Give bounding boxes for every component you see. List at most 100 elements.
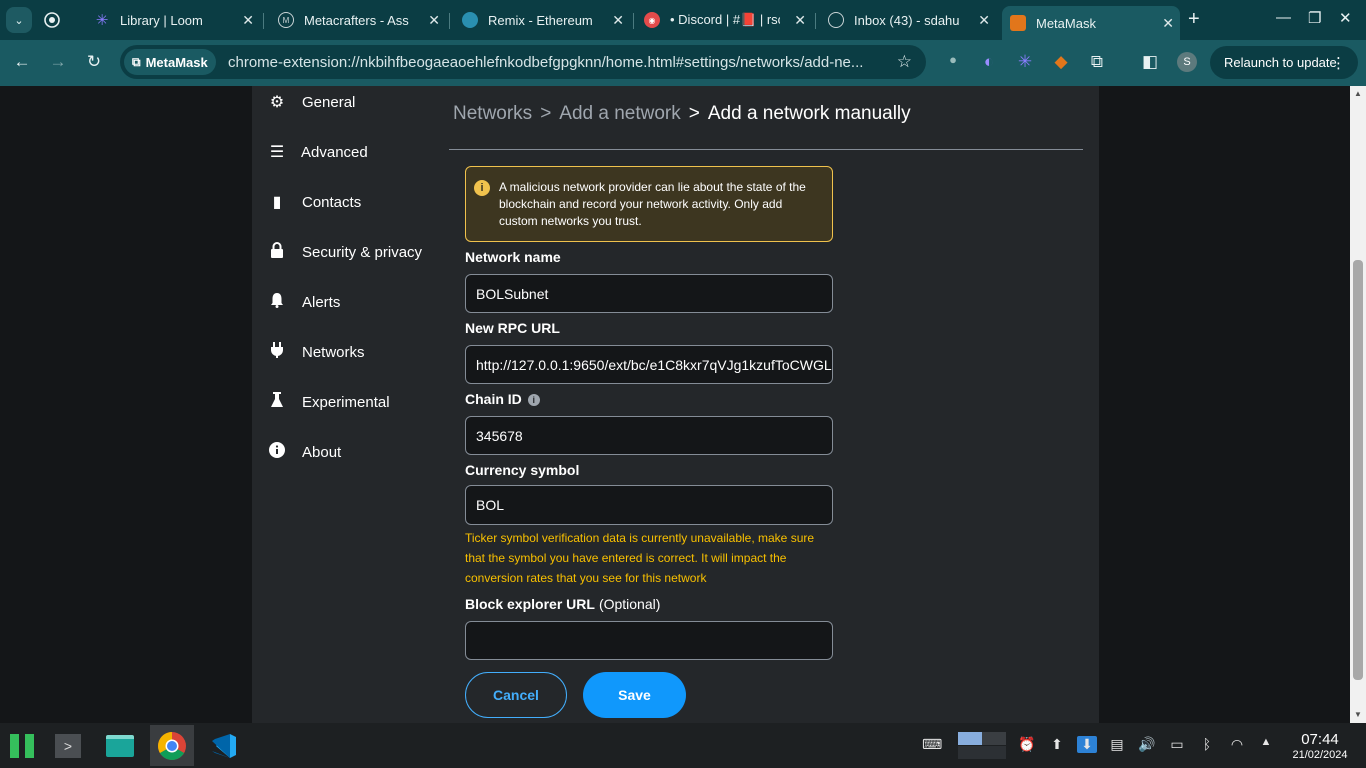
chrome-icon — [158, 731, 186, 760]
chrome-app[interactable] — [150, 725, 194, 766]
volume-icon[interactable]: 🔊 — [1137, 736, 1157, 753]
scroll-up-icon[interactable]: ▲ — [1353, 89, 1363, 98]
sidebar-item-advanced[interactable]: ☰ Advanced — [268, 140, 368, 164]
reload-icon[interactable]: ↻ — [83, 52, 105, 72]
breadcrumb-networks[interactable]: Networks — [453, 103, 532, 124]
block-explorer-input[interactable] — [465, 621, 833, 660]
rpc-url-input[interactable]: http://127.0.0.1:9650/ext/bc/e1C8kxr7qVJ… — [465, 345, 833, 384]
battery-icon[interactable]: ▭ — [1167, 736, 1187, 753]
page-scrollbar[interactable]: ▲ ▼ — [1350, 86, 1366, 723]
relaunch-label: Relaunch to update — [1224, 55, 1337, 70]
warning-text: A malicious network provider can lie abo… — [499, 180, 806, 228]
desktop-4[interactable] — [982, 746, 1006, 759]
bluetooth-icon[interactable]: ᛒ — [1197, 736, 1217, 752]
sidebar-item-label: Networks — [302, 343, 365, 361]
extensions-puzzle-icon[interactable]: ⧉ — [1086, 52, 1108, 72]
sidebar-item-security[interactable]: Security & privacy — [268, 240, 422, 264]
close-icon[interactable]: ✕ — [242, 12, 254, 29]
desktop-1[interactable] — [958, 732, 982, 745]
minimize-button[interactable]: — — [1276, 9, 1291, 26]
close-icon[interactable]: ✕ — [794, 12, 806, 29]
browser-toolbar: ← → ↻ ⧉ MetaMask chrome-extension://nkbi… — [0, 40, 1366, 86]
currency-symbol-input[interactable]: BOL — [465, 485, 833, 525]
tab-github[interactable] — [44, 6, 78, 34]
alarm-icon[interactable]: ⏰ — [1017, 736, 1037, 753]
bookmark-star-icon[interactable]: ☆ — [897, 52, 912, 72]
scroll-down-icon[interactable]: ▼ — [1353, 710, 1363, 719]
tab-divider — [449, 13, 450, 29]
maximize-button[interactable]: ❐ — [1308, 9, 1321, 27]
close-icon[interactable]: ✕ — [428, 12, 440, 29]
cancel-button[interactable]: Cancel — [465, 672, 567, 718]
network-name-input[interactable]: BOLSubnet — [465, 274, 833, 313]
file-manager-app[interactable] — [98, 725, 142, 766]
sidebar-item-experimental[interactable]: Experimental — [268, 390, 390, 414]
system-clock[interactable]: 07:44 21/02/2024 — [1282, 731, 1358, 761]
sidebar-item-label: Security & privacy — [302, 243, 423, 261]
tab-inbox[interactable]: Inbox (43) - sdahu ✕ — [828, 6, 996, 34]
terminal-app[interactable]: > — [46, 725, 90, 766]
extension-acorn-icon[interactable]: ● — [942, 52, 964, 67]
sidebar-item-label: Experimental — [302, 393, 390, 411]
settings-panel: ⚙ General ☰ Advanced ▮ Contacts Security… — [252, 86, 1099, 723]
loom-icon: ✳ — [95, 12, 109, 29]
desktop-3[interactable] — [958, 746, 982, 759]
manjaro-menu-button[interactable] — [0, 725, 44, 766]
tab-search-button[interactable]: ⌄ — [6, 7, 32, 33]
extension-origin-chip[interactable]: ⧉ MetaMask — [124, 49, 216, 75]
chain-id-info-icon[interactable]: i — [527, 394, 540, 406]
new-tab-button[interactable]: + — [1188, 8, 1200, 31]
sidebar-item-networks[interactable]: Networks — [268, 340, 365, 364]
tab-metamask[interactable]: MetaMask ✕ — [1002, 6, 1180, 40]
forward-arrow-icon[interactable]: → — [47, 52, 69, 72]
sidebar-item-label: General — [302, 93, 356, 111]
keyboard-icon[interactable]: ⌨ — [922, 736, 942, 753]
address-bar[interactable]: ⧉ MetaMask chrome-extension://nkbihfbeog… — [120, 45, 926, 79]
tray-expand-icon[interactable]: ▲ — [1256, 736, 1276, 748]
virtual-desktop-pager[interactable] — [958, 732, 1006, 759]
tab-title: Remix - Ethereum — [488, 12, 593, 28]
sidebar-item-alerts[interactable]: Alerts — [268, 290, 340, 314]
tab-loom[interactable]: ✳ Library | Loom ✕ — [94, 6, 260, 34]
scrollbar-thumb[interactable] — [1353, 260, 1363, 680]
close-icon[interactable]: ✕ — [1162, 15, 1174, 32]
currency-symbol-warning: Ticker symbol verification data is curre… — [465, 531, 815, 585]
tab-discord[interactable]: ◉ • Discord | #📕 | rsc ✕ — [644, 6, 812, 34]
download-icon[interactable]: ⬇ — [1077, 736, 1097, 753]
book-icon: ▮ — [272, 194, 282, 211]
tab-metacrafters[interactable]: M Metacrafters - Ass ✕ — [278, 6, 446, 34]
wifi-icon[interactable]: ◠ — [1227, 736, 1247, 753]
sidebar-item-about[interactable]: About — [268, 440, 341, 464]
os-taskbar: > ⌨ ⏰ ⬆ ⬇ ▤ 🔊 ▭ ᛒ ◠ ▲ 07:44 21/02/2024 — [0, 723, 1366, 768]
chain-id-input[interactable]: 345678 — [465, 416, 833, 455]
sidebar-item-label: Contacts — [302, 193, 362, 211]
back-arrow-icon[interactable]: ← — [11, 52, 33, 72]
vscode-app[interactable] — [202, 725, 246, 766]
extension-ghost-icon[interactable]: ◐ — [978, 52, 1000, 72]
breadcrumb-add-network[interactable]: Add a network — [559, 103, 680, 124]
tab-remix[interactable]: Remix - Ethereum ✕ — [462, 6, 630, 34]
tab-divider — [633, 13, 634, 29]
close-icon[interactable]: ✕ — [612, 12, 624, 29]
save-button[interactable]: Save — [583, 672, 686, 718]
extension-loom-icon[interactable]: ✳ — [1014, 52, 1036, 72]
sidebar-item-general[interactable]: ⚙ General — [268, 90, 356, 114]
sidebar-item-contacts[interactable]: ▮ Contacts — [268, 190, 362, 214]
metacrafters-icon: M — [278, 12, 294, 28]
desktop-2[interactable] — [982, 732, 1006, 745]
extension-icon: ⧉ — [132, 54, 141, 69]
tab-divider — [263, 13, 264, 29]
update-icon[interactable]: ⬆ — [1047, 736, 1067, 753]
relaunch-update-button[interactable]: Relaunch to update ⋮ — [1210, 46, 1358, 79]
extension-metamask-icon[interactable]: ◆ — [1050, 52, 1072, 72]
profile-avatar[interactable]: S — [1177, 52, 1197, 72]
more-menu-icon[interactable]: ⋮ — [1331, 54, 1346, 72]
close-window-button[interactable]: ✕ — [1339, 9, 1352, 27]
tab-title: MetaMask — [1036, 15, 1096, 31]
side-panel-icon[interactable]: ◧ — [1139, 52, 1161, 72]
close-icon[interactable]: ✕ — [978, 12, 990, 29]
block-explorer-label-row: Block explorer URL (Optional) — [465, 596, 660, 612]
extension-name: MetaMask — [145, 54, 208, 70]
url-text[interactable]: chrome-extension://nkbihfbeogaeaoehlefnk… — [228, 54, 888, 71]
clipboard-icon[interactable]: ▤ — [1107, 736, 1127, 753]
